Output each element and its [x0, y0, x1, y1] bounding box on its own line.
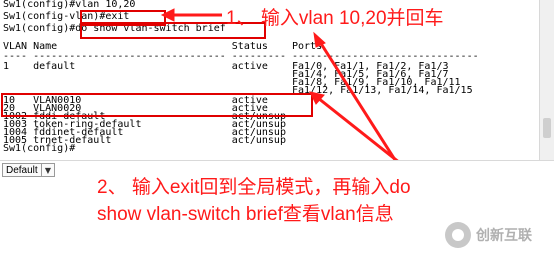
- annotation-step1: 1、 输入vlan 10,20并回车: [226, 8, 444, 29]
- arrow-to-show-command: [318, 41, 397, 160]
- brand-logo-icon: [445, 222, 471, 248]
- annotation-step2-line2: show vlan-switch brief查看vlan信息: [97, 204, 394, 225]
- session-select-value: Default: [6, 164, 38, 176]
- watermark-text: 创新互联: [476, 228, 532, 244]
- terminal-output[interactable]: Sw1(config)#vlan 10,20 Sw1(config-vlan)#…: [0, 0, 554, 161]
- chevron-down-icon[interactable]: ▼: [41, 164, 54, 176]
- annotation-step2-line1: 2、 输入exit回到全局模式，再输入do: [97, 177, 411, 198]
- session-select[interactable]: Default ▼: [2, 163, 55, 177]
- watermark: 创新互联: [445, 222, 532, 248]
- arrowhead-vlan: [160, 8, 175, 22]
